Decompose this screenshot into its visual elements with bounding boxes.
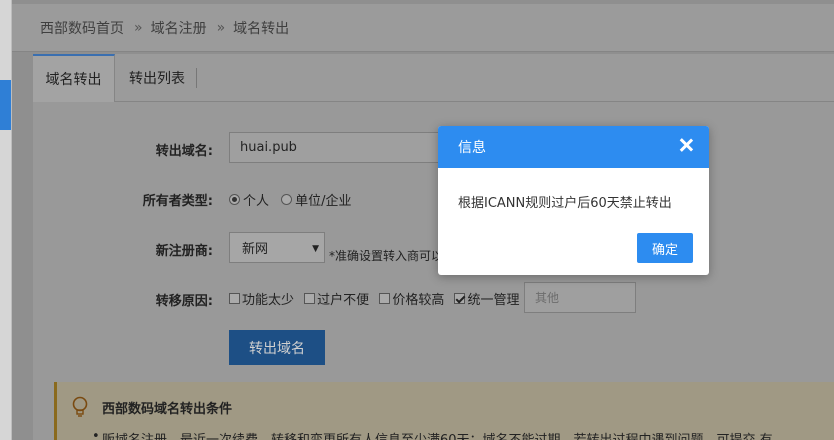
reason-checkbox-few-features[interactable]: 功能太少 — [229, 289, 294, 308]
registrar-label: 新注册商: — [155, 244, 213, 259]
reason-checkbox-transfer-inconvenient[interactable]: 过户不便 — [304, 289, 369, 308]
dialog-header: 信息 — [438, 126, 709, 168]
checkbox-icon — [379, 293, 391, 304]
other-reason-input[interactable]: 其他 — [524, 282, 636, 313]
info-title: 西部数码域名转出条件 — [102, 402, 233, 417]
registrar-note: *准确设置转入商可以 — [329, 249, 444, 263]
breadcrumb-sep: » — [134, 19, 143, 36]
confirm-button[interactable]: 确定 — [637, 233, 693, 263]
dialog-message: 根据ICANN规则过户后60天禁止转出 — [458, 196, 672, 211]
transfer-out-button[interactable]: 转出域名 — [229, 330, 325, 365]
checkbox-icon — [304, 293, 316, 304]
tab-domain-transfer-out[interactable]: 域名转出 — [33, 54, 115, 102]
reason-checkbox-price-high[interactable]: 价格较高 — [379, 289, 444, 308]
close-icon[interactable] — [679, 138, 693, 152]
breadcrumb-home[interactable]: 西部数码首页 — [40, 18, 124, 38]
reason-group: 功能太少 过户不便 价格较高 统一管理 — [229, 289, 525, 308]
domain-label: 转出域名: — [155, 144, 213, 159]
dialog-title: 信息 — [458, 140, 486, 156]
tab-bar: 域名转出 转出列表 — [33, 54, 834, 102]
breadcrumb-domain-transfer-out: 域名转出 — [233, 20, 290, 37]
main-content: 转出域名: huai.pub 所有者类型: 个人 单位/企业 新注册商: 新网 … — [33, 102, 834, 440]
left-nav-strip — [0, 0, 12, 440]
radio-dot-icon — [229, 194, 240, 205]
lightbulb-icon — [72, 396, 88, 417]
dropdown-arrow-icon: ▼ — [312, 244, 319, 254]
info-panel: 西部数码域名转出条件 贩域名注册、最近一次续费、转移和变更所有人信息至少满60天… — [54, 382, 834, 440]
owner-radio-personal[interactable]: 个人 — [229, 190, 269, 209]
checkbox-icon — [229, 293, 240, 304]
reason-label: 转移原因: — [155, 294, 213, 309]
reason-checkbox-unified-management[interactable]: 统一管理 — [454, 289, 519, 308]
registrar-select[interactable]: 新网 ▼ — [229, 232, 325, 263]
breadcrumb: 西部数码首页 » 域名注册 » 域名转出 — [12, 4, 834, 52]
info-dialog: 信息 根据ICANN规则过户后60天禁止转出 确定 — [438, 126, 709, 275]
radio-dot-icon — [281, 194, 293, 205]
breadcrumb-domain-register[interactable]: 域名注册 — [151, 18, 207, 38]
owner-type-group: 个人 单位/企业 — [229, 190, 360, 209]
owner-radio-company[interactable]: 单位/企业 — [281, 190, 352, 209]
breadcrumb-sep: » — [216, 19, 226, 36]
domain-input[interactable]: huai.pub — [229, 132, 449, 163]
owner-type-label: 所有者类型: — [142, 194, 213, 209]
info-body: 贩域名注册、最近一次续费、转移和变更所有人信息至少满60天；域名不能过期。若转出… — [92, 429, 773, 440]
checkbox-checked-icon — [454, 293, 466, 304]
page-overlay: 西部数码首页 » 域名注册 » 域名转出 域名转出 转出列表 转出域名: hua… — [12, 0, 834, 440]
tab-transfer-list[interactable]: 转出列表 — [117, 54, 197, 102]
